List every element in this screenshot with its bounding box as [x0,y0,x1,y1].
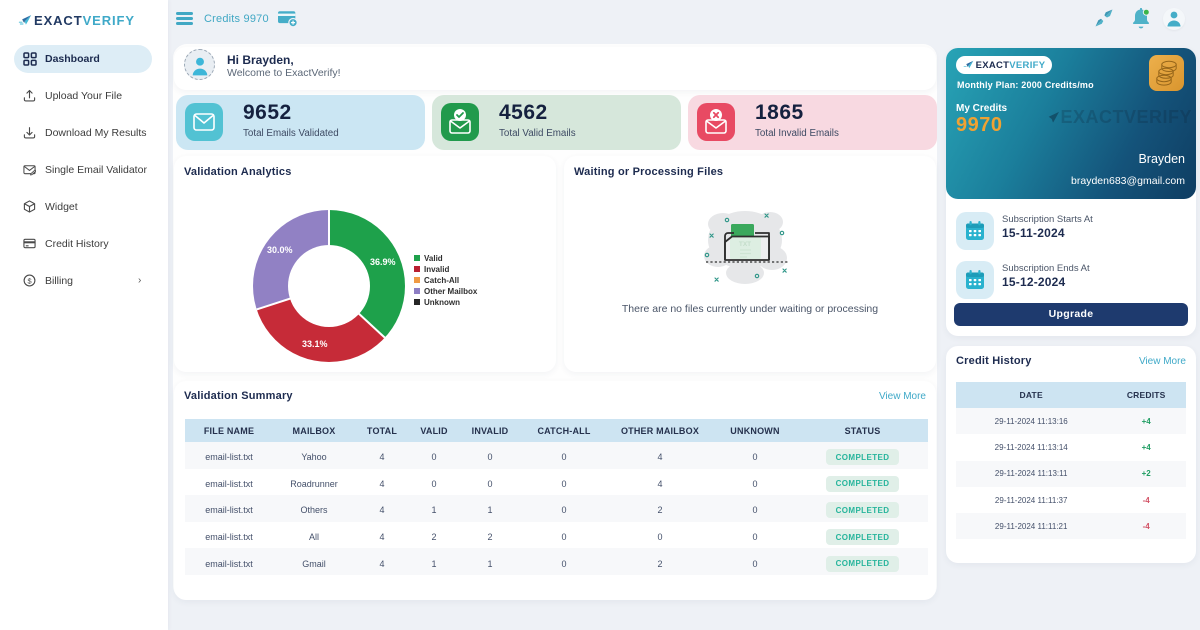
svg-text:$: $ [27,276,31,285]
